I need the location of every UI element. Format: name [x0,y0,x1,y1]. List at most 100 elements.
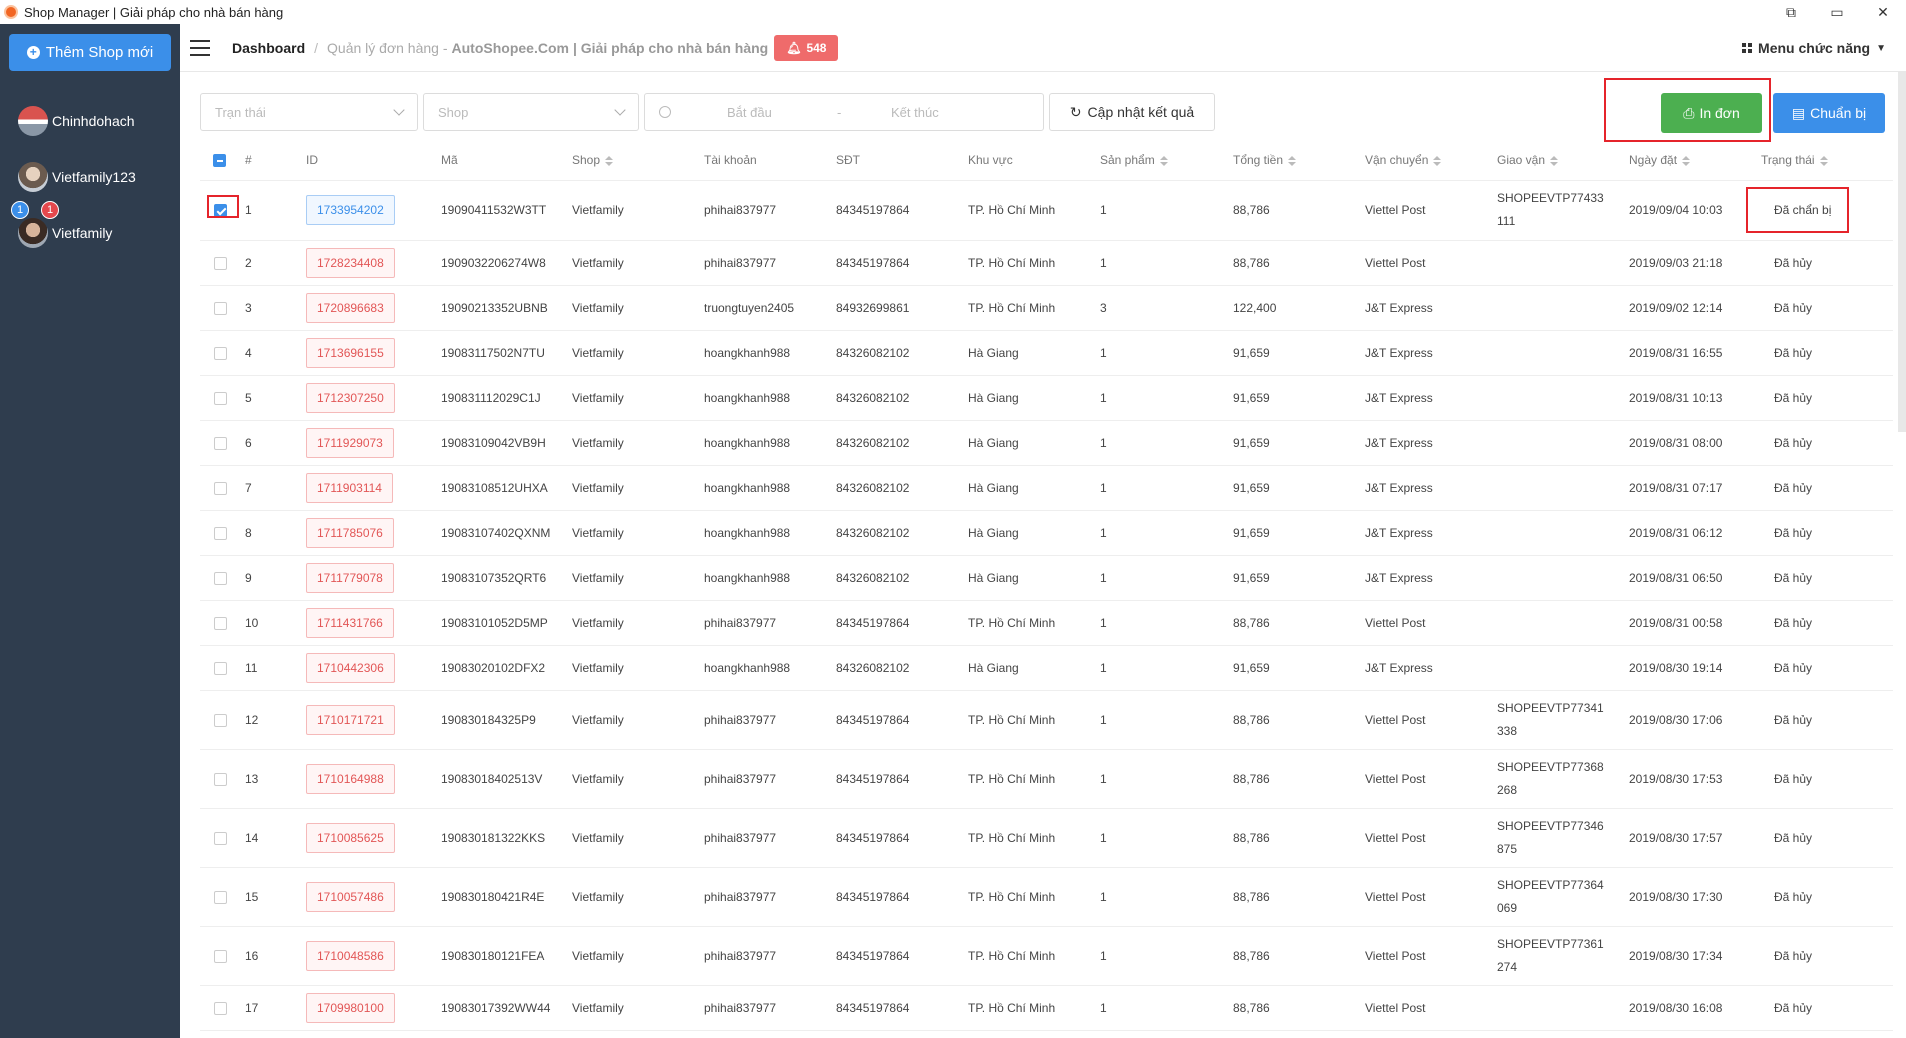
column-header-carrier[interactable]: Vận chuyển [1365,140,1497,181]
column-header-products[interactable]: Sản phẩm [1100,140,1233,181]
order-id-link[interactable]: 1711929073 [306,427,394,458]
order-id-link[interactable]: 1710085625 [306,822,395,853]
table-row[interactable]: 1 1733954202 19090411532W3TT Vietfamily phih… [200,180,1893,241]
row-number: 17 [245,985,306,1031]
row-checkbox[interactable] [214,772,227,786]
account-name: hoangkhanh988 [704,510,836,556]
table-row[interactable]: 14 1710085625 190830181322KKS Vietfamily phi… [200,808,1893,868]
row-checkbox[interactable] [214,526,227,540]
row-checkbox[interactable] [214,481,227,495]
row-checkbox[interactable] [214,616,227,630]
column-header-date[interactable]: Ngày đặt [1629,140,1761,181]
table-row[interactable]: 3 1720896683 19090213352UBNB Vietfamily truo… [200,285,1893,331]
window-compact-icon[interactable]: ⧉ [1768,0,1814,24]
end-date-input[interactable]: Kết thúc [891,105,939,120]
product-count: 1 [1100,555,1233,601]
table-row[interactable]: 9 1711779078 19083107352QRT6 Vietfamily hoan… [200,555,1893,601]
column-header-tracking[interactable]: Giao vận [1497,140,1629,181]
order-id-link[interactable]: 1728234408 [306,247,395,278]
order-id-link[interactable]: 1710048586 [306,940,395,971]
row-checkbox[interactable] [214,571,227,585]
order-id-link[interactable]: 1710442306 [306,652,395,683]
row-checkbox-cell [200,985,245,1031]
region: TP. Hồ Chí Minh [968,285,1100,331]
select-all-checkbox[interactable] [213,153,226,167]
window-close-icon[interactable]: ✕ [1860,0,1906,24]
window-restore-icon[interactable]: ▭ [1814,0,1860,24]
order-id-link[interactable]: 1713696155 [306,337,395,368]
order-id-link[interactable]: 1711431766 [306,607,394,638]
column-header-shop[interactable]: Shop [572,140,704,181]
column-label: Trạng thái [1761,152,1815,167]
table-row[interactable]: 17 1709980100 19083017392WW44 Vietfamily phi… [200,985,1893,1031]
table-row[interactable]: 5 1712307250 190831112029C1J Vietfamily hoan… [200,375,1893,421]
order-id-link[interactable]: 1709980100 [306,992,395,1023]
row-checkbox[interactable] [214,256,227,270]
breadcrumb-dashboard[interactable]: Dashboard [232,40,305,56]
table-row[interactable]: 10 1711431766 19083101052D5MP Vietfamily phi… [200,600,1893,646]
order-id-link[interactable]: 1710057486 [306,881,395,912]
order-id-link[interactable]: 1711779078 [306,562,394,593]
order-id-link[interactable]: 1710164988 [306,763,395,794]
order-id-link[interactable]: 1710171721 [306,704,395,735]
notification-count-badge[interactable]: 🔔︎ 548 [774,34,839,61]
row-checkbox[interactable] [214,831,227,845]
sidebar-shop-vietfamily123[interactable]: Vietfamily123 [18,162,136,192]
carrier: J&T Express [1365,420,1497,466]
prepare-orders-button[interactable]: ▤ Chuẩn bị [1773,93,1885,133]
status-select[interactable]: Trạn thái [200,93,418,131]
row-checkbox[interactable] [214,661,227,675]
row-checkbox[interactable] [214,301,227,315]
sidebar-shop-vietfamily[interactable]: Vietfamily [18,218,112,248]
table-row[interactable]: 15 1710057486 190830180421R4E Vietfamily phi… [200,867,1893,927]
shop-select[interactable]: Shop [423,93,639,131]
row-checkbox[interactable] [214,346,227,360]
row-number: 12 [245,690,306,750]
row-checkbox[interactable] [214,436,227,450]
row-checkbox[interactable] [214,1001,227,1015]
order-id-link[interactable]: 1720896683 [306,292,395,323]
table-row[interactable]: 4 1713696155 19083117502N7TU Vietfamily hoan… [200,330,1893,376]
table-row[interactable]: 6 1711929073 19083109042VB9H Vietfamily hoan… [200,420,1893,466]
date-range-picker[interactable]: Bắt đầu - Kết thúc [644,93,1044,131]
row-checkbox-cell [200,240,245,286]
table-row[interactable]: 8 1711785076 19083107402QXNM Vietfamily hoan… [200,510,1893,556]
table-row[interactable]: 16 1710048586 190830180121FEA Vietfamily phi… [200,926,1893,986]
table-row[interactable]: 12 1710171721 190830184325P9 Vietfamily phih… [200,690,1893,750]
table-row[interactable]: 2 1728234408 1909032206274W8 Vietfamily phih… [200,240,1893,286]
column-label: Vận chuyển [1365,152,1429,167]
order-date: 2019/08/31 07:17 [1629,465,1761,511]
refresh-results-button[interactable]: ↻ Cập nhật kết quả [1049,93,1215,131]
carrier: Viettel Post [1365,985,1497,1031]
scrollbar[interactable] [1898,72,1906,432]
region: Hà Giang [968,330,1100,376]
order-id-link[interactable]: 1712307250 [306,382,395,413]
row-checkbox[interactable] [214,713,227,727]
sidebar-shop-chinhdohach[interactable]: Chinhdohach [18,106,135,136]
bell-icon: 🔔︎ [786,40,802,55]
table-row[interactable]: 7 1711903114 19083108512UHXA Vietfamily hoan… [200,465,1893,511]
notification-badge: 1 [41,201,59,219]
row-checkbox[interactable] [214,949,227,963]
chevron-down-icon [393,104,405,116]
row-checkbox[interactable] [214,391,227,405]
order-id-cell: 1710164988 [306,749,441,809]
table-row[interactable]: 11 1710442306 19083020102DFX2 Vietfamily hoa… [200,645,1893,691]
order-id-link[interactable]: 1711785076 [306,517,394,548]
refresh-label: Cập nhật kết quả [1087,104,1195,120]
order-date: 2019/09/02 12:14 [1629,285,1761,331]
row-checkbox[interactable] [214,890,227,904]
column-header-status[interactable]: Trạng thái [1761,140,1893,181]
order-code: 19083018402513V [441,749,572,809]
hamburger-menu-icon[interactable] [190,39,210,56]
row-checkbox-cell [200,420,245,466]
table-row[interactable]: 13 1710164988 19083018402513V Vietfamily phi… [200,749,1893,809]
function-menu-dropdown[interactable]: Menu chức năng ▼ [1742,40,1886,56]
order-id-link[interactable]: 1711903114 [306,472,393,503]
add-shop-button[interactable]: + Thêm Shop mới [9,34,171,71]
column-header-total[interactable]: Tổng tiền [1233,140,1365,181]
order-id-link[interactable]: 1733954202 [306,195,395,225]
start-date-input[interactable]: Bắt đầu [727,105,837,120]
order-status: Đã hủy [1761,420,1893,466]
total-amount: 91,659 [1233,510,1365,556]
